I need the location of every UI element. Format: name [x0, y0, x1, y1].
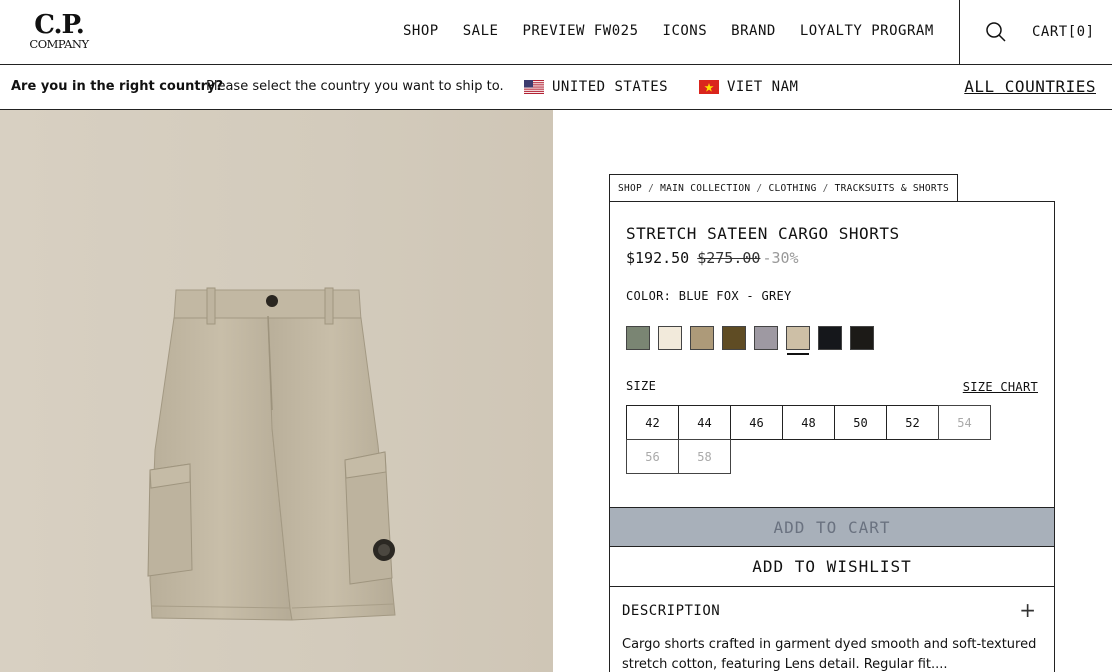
color-info: COLOR: BLUE FOX - GREY	[626, 289, 792, 303]
color-swatch[interactable]	[850, 326, 874, 350]
size-option[interactable]: 56	[626, 439, 679, 474]
color-swatch[interactable]	[658, 326, 682, 350]
header-divider	[959, 0, 960, 65]
country-option-label: VIET NAM	[727, 79, 799, 95]
breadcrumb-shop[interactable]: SHOP	[618, 183, 642, 194]
logo-sub: COMPANY	[29, 37, 89, 51]
nav-sale[interactable]: SALE	[463, 23, 499, 39]
all-countries-link[interactable]: ALL COUNTRIES	[964, 77, 1096, 96]
price-block: $192.50 $275.00 -30%	[626, 249, 799, 267]
breadcrumb: SHOP / MAIN COLLECTION / CLOTHING / TRAC…	[609, 174, 958, 202]
cart-link[interactable]: CART[0]	[1032, 24, 1095, 40]
color-swatch[interactable]	[722, 326, 746, 350]
color-swatch[interactable]	[786, 326, 810, 355]
color-swatch[interactable]	[626, 326, 650, 350]
breadcrumb-clothing[interactable]: CLOTHING	[768, 183, 816, 194]
breadcrumb-tracksuits-shorts[interactable]: TRACKSUITS & SHORTS	[835, 183, 949, 194]
size-grid: 42 44 46 48 50 52 54 56 58	[626, 405, 1000, 474]
brand-logo[interactable]: C.P. COMPANY	[26, 12, 92, 50]
size-option[interactable]: 50	[834, 405, 887, 440]
size-option[interactable]: 54	[938, 405, 991, 440]
size-option[interactable]: 52	[886, 405, 939, 440]
country-option-viet-nam[interactable]: VIET NAM	[699, 79, 798, 95]
size-option[interactable]: 58	[678, 439, 731, 474]
size-chart-link[interactable]: SIZE CHART	[963, 380, 1038, 394]
nav-icons[interactable]: ICONS	[663, 23, 708, 39]
color-swatch[interactable]	[754, 326, 778, 350]
size-option[interactable]: 44	[678, 405, 731, 440]
size-label: SIZE	[626, 379, 657, 393]
size-option[interactable]: 46	[730, 405, 783, 440]
product-info-panel: STRETCH SATEEN CARGO SHORTS $192.50 $275.…	[609, 201, 1055, 672]
site-header: C.P. COMPANY SHOP SALE PREVIEW FW025 ICO…	[0, 0, 1112, 65]
size-option[interactable]: 48	[782, 405, 835, 440]
product-title: STRETCH SATEEN CARGO SHORTS	[626, 224, 900, 243]
vn-flag-icon	[699, 80, 719, 94]
nav-shop[interactable]: SHOP	[403, 23, 439, 39]
logo-main: C.P.	[34, 10, 85, 40]
color-swatches	[626, 326, 882, 355]
add-to-cart-button[interactable]: ADD TO CART	[609, 507, 1055, 547]
original-price: $275.00	[697, 249, 761, 267]
country-question: Are you in the right country?	[11, 79, 224, 94]
country-selector-bar: Are you in the right country? Please sel…	[0, 65, 1112, 110]
color-swatch[interactable]	[818, 326, 842, 350]
main-nav: SHOP SALE PREVIEW FW025 ICONS BRAND LOYA…	[403, 23, 958, 39]
nav-loyalty-program[interactable]: LOYALTY PROGRAM	[800, 23, 934, 39]
description-title: DESCRIPTION	[622, 603, 721, 619]
nav-preview[interactable]: PREVIEW FW025	[522, 23, 638, 39]
description-toggle[interactable]: DESCRIPTION +	[610, 587, 1054, 633]
discount-badge: -30%	[762, 249, 799, 267]
current-price: $192.50	[626, 249, 690, 267]
color-label: COLOR:	[626, 289, 672, 303]
color-swatch[interactable]	[690, 326, 714, 350]
breadcrumb-separator: /	[756, 183, 763, 194]
us-flag-icon	[524, 80, 544, 94]
country-prompt: Please select the country you want to sh…	[206, 79, 504, 94]
country-option-united-states[interactable]: UNITED STATES	[524, 79, 668, 95]
nav-brand[interactable]: BRAND	[731, 23, 776, 39]
add-to-wishlist-button[interactable]: ADD TO WISHLIST	[609, 546, 1055, 587]
breadcrumb-separator: /	[648, 183, 655, 194]
country-option-label: UNITED STATES	[552, 79, 669, 95]
product-image[interactable]	[0, 110, 553, 672]
cargo-shorts-illustration	[147, 287, 396, 621]
size-option[interactable]: 42	[626, 405, 679, 440]
color-value: BLUE FOX - GREY	[678, 289, 792, 303]
breadcrumb-separator: /	[822, 183, 829, 194]
description-text: Cargo shorts crafted in garment dyed smo…	[622, 637, 1037, 672]
search-icon[interactable]	[984, 20, 1008, 44]
plus-icon: +	[1019, 598, 1036, 622]
breadcrumb-main-collection[interactable]: MAIN COLLECTION	[660, 183, 750, 194]
